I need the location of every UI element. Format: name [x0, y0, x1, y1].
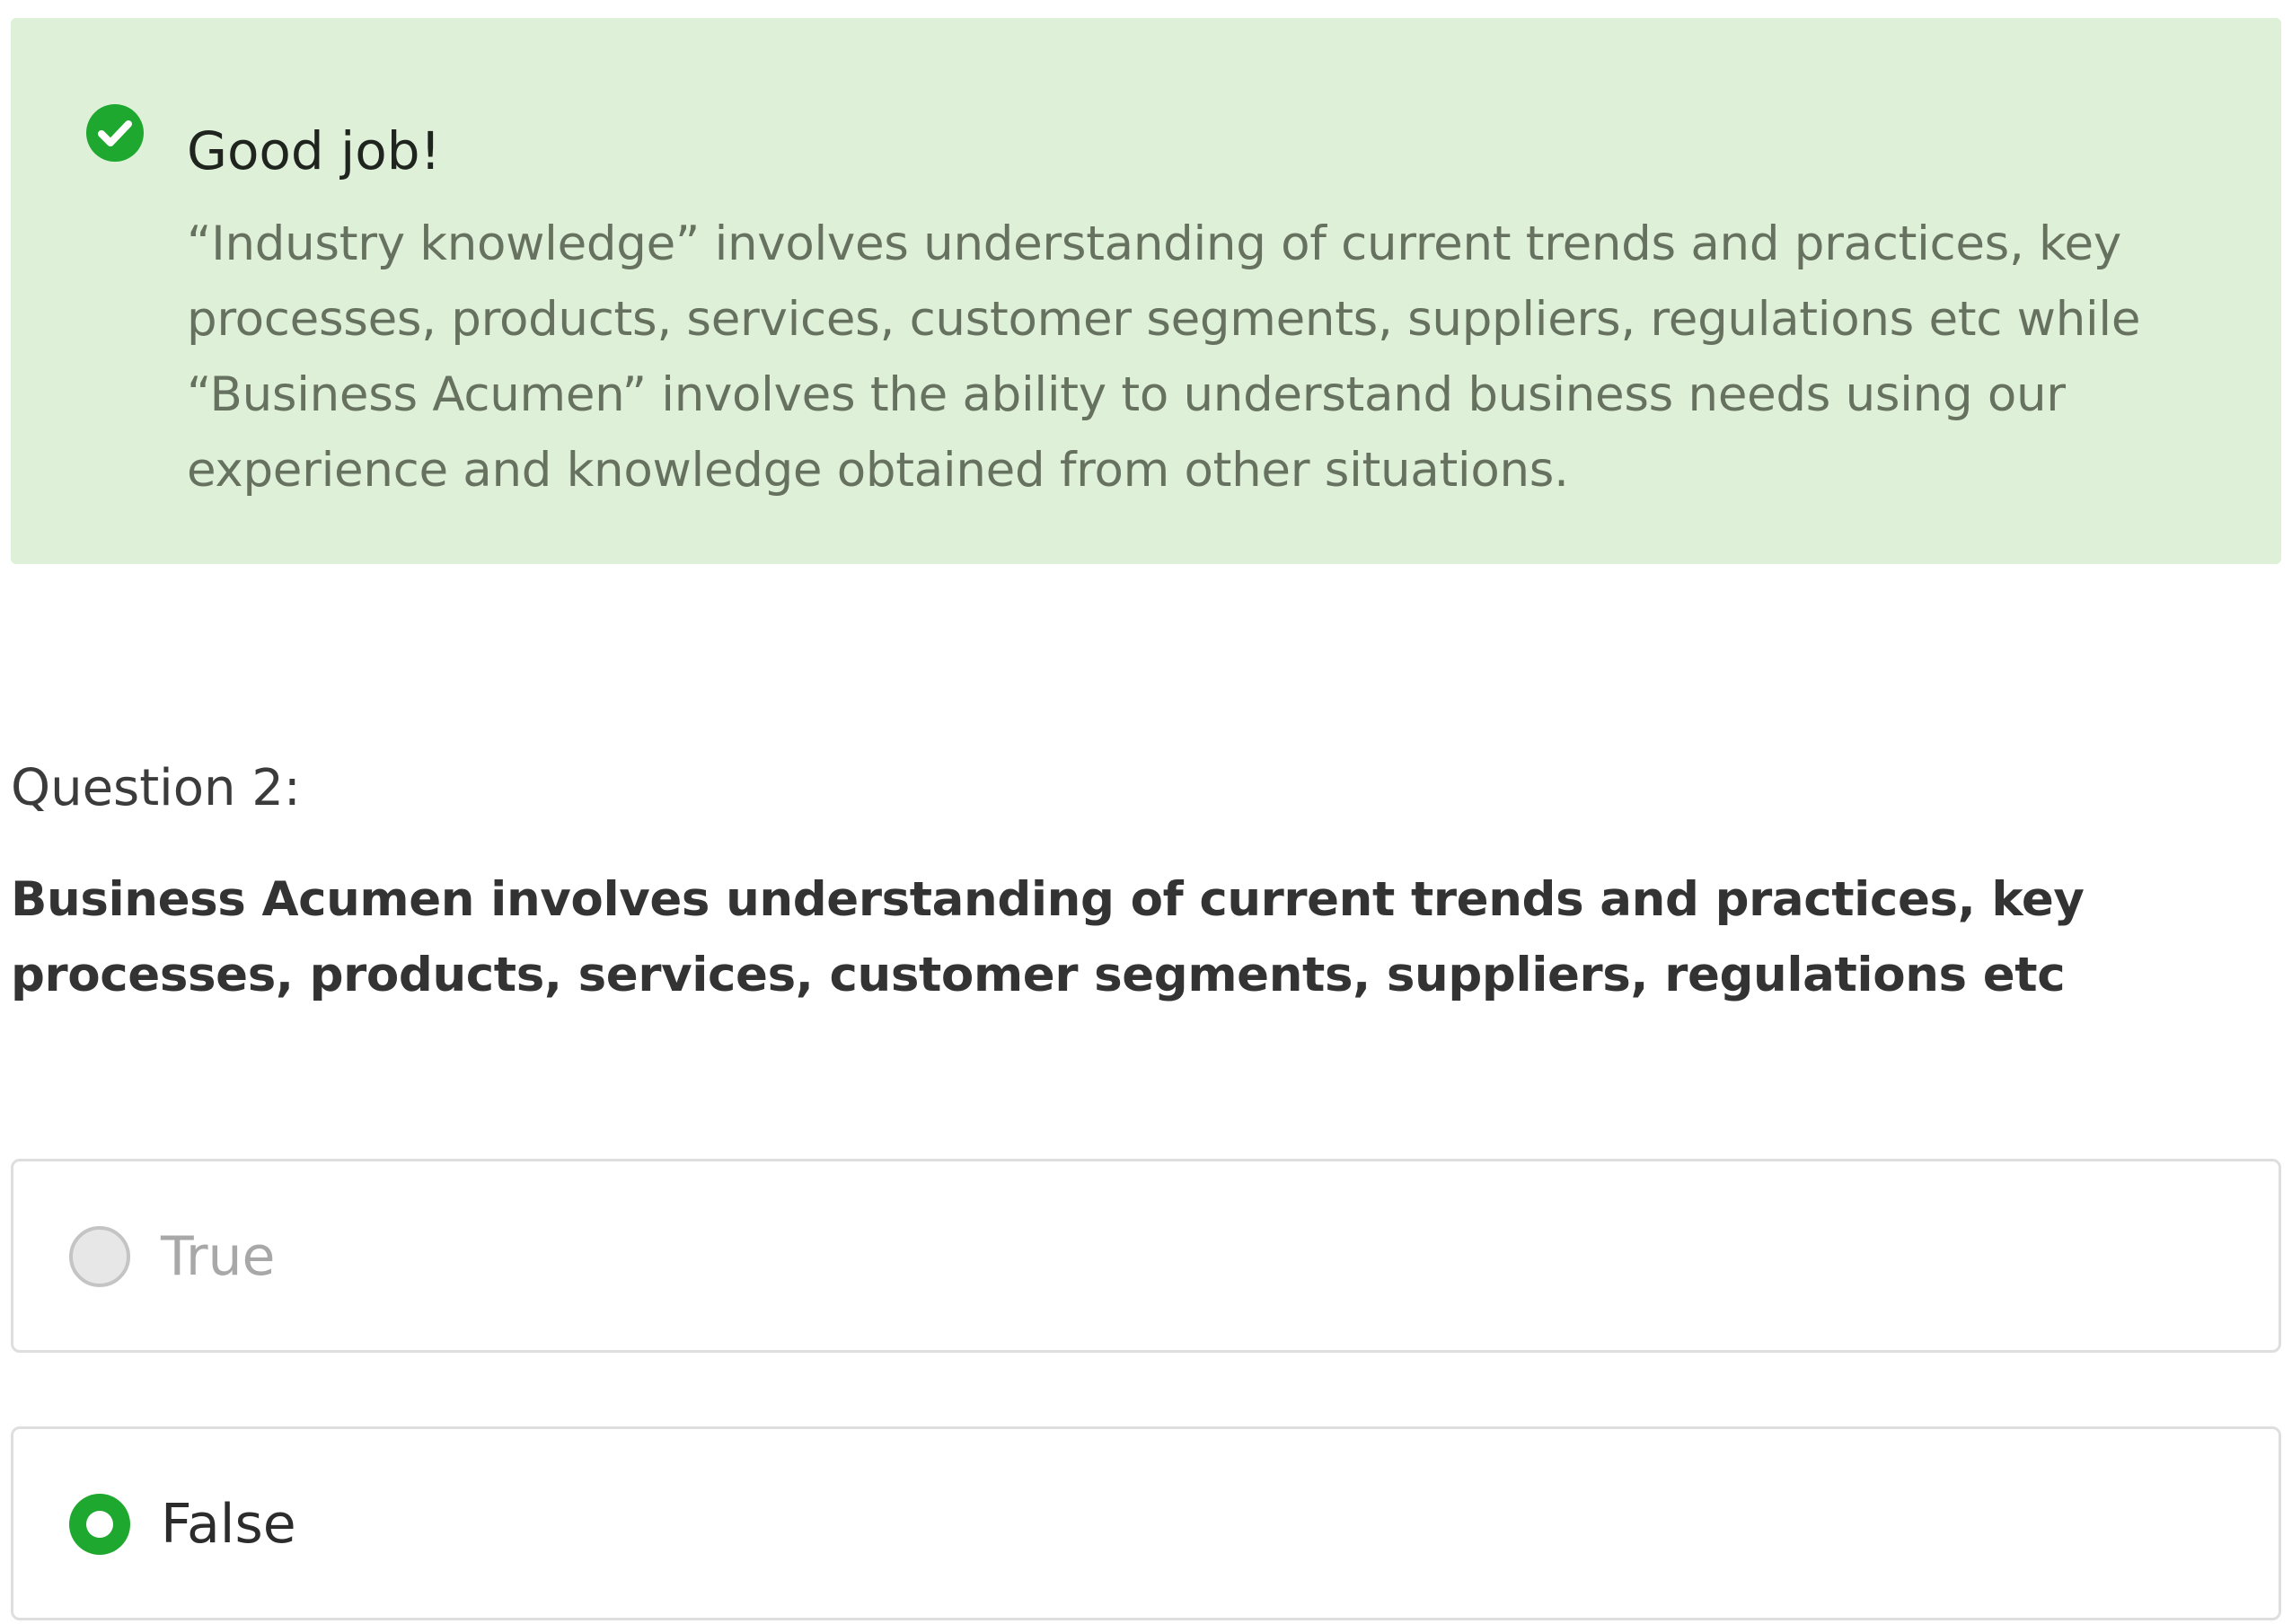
answer-option-label: False	[161, 1493, 296, 1556]
question-text: Business Acumen involves understanding o…	[11, 872, 2085, 1002]
feedback-explanation: “Industry knowledge” involves understand…	[187, 216, 2141, 498]
answer-option-label: True	[161, 1225, 276, 1288]
answer-option-true[interactable]: True	[11, 1159, 2281, 1353]
radio-selected-icon[interactable]	[69, 1494, 130, 1555]
feedback-panel: Good job! “Industry knowledge” involves …	[11, 18, 2281, 564]
radio-unselected-icon[interactable]	[69, 1226, 130, 1287]
question-number: Question 2:	[11, 759, 301, 817]
answer-option-false[interactable]: False	[11, 1426, 2281, 1620]
check-circle-icon	[86, 104, 144, 162]
feedback-title: Good job!	[187, 120, 441, 181]
